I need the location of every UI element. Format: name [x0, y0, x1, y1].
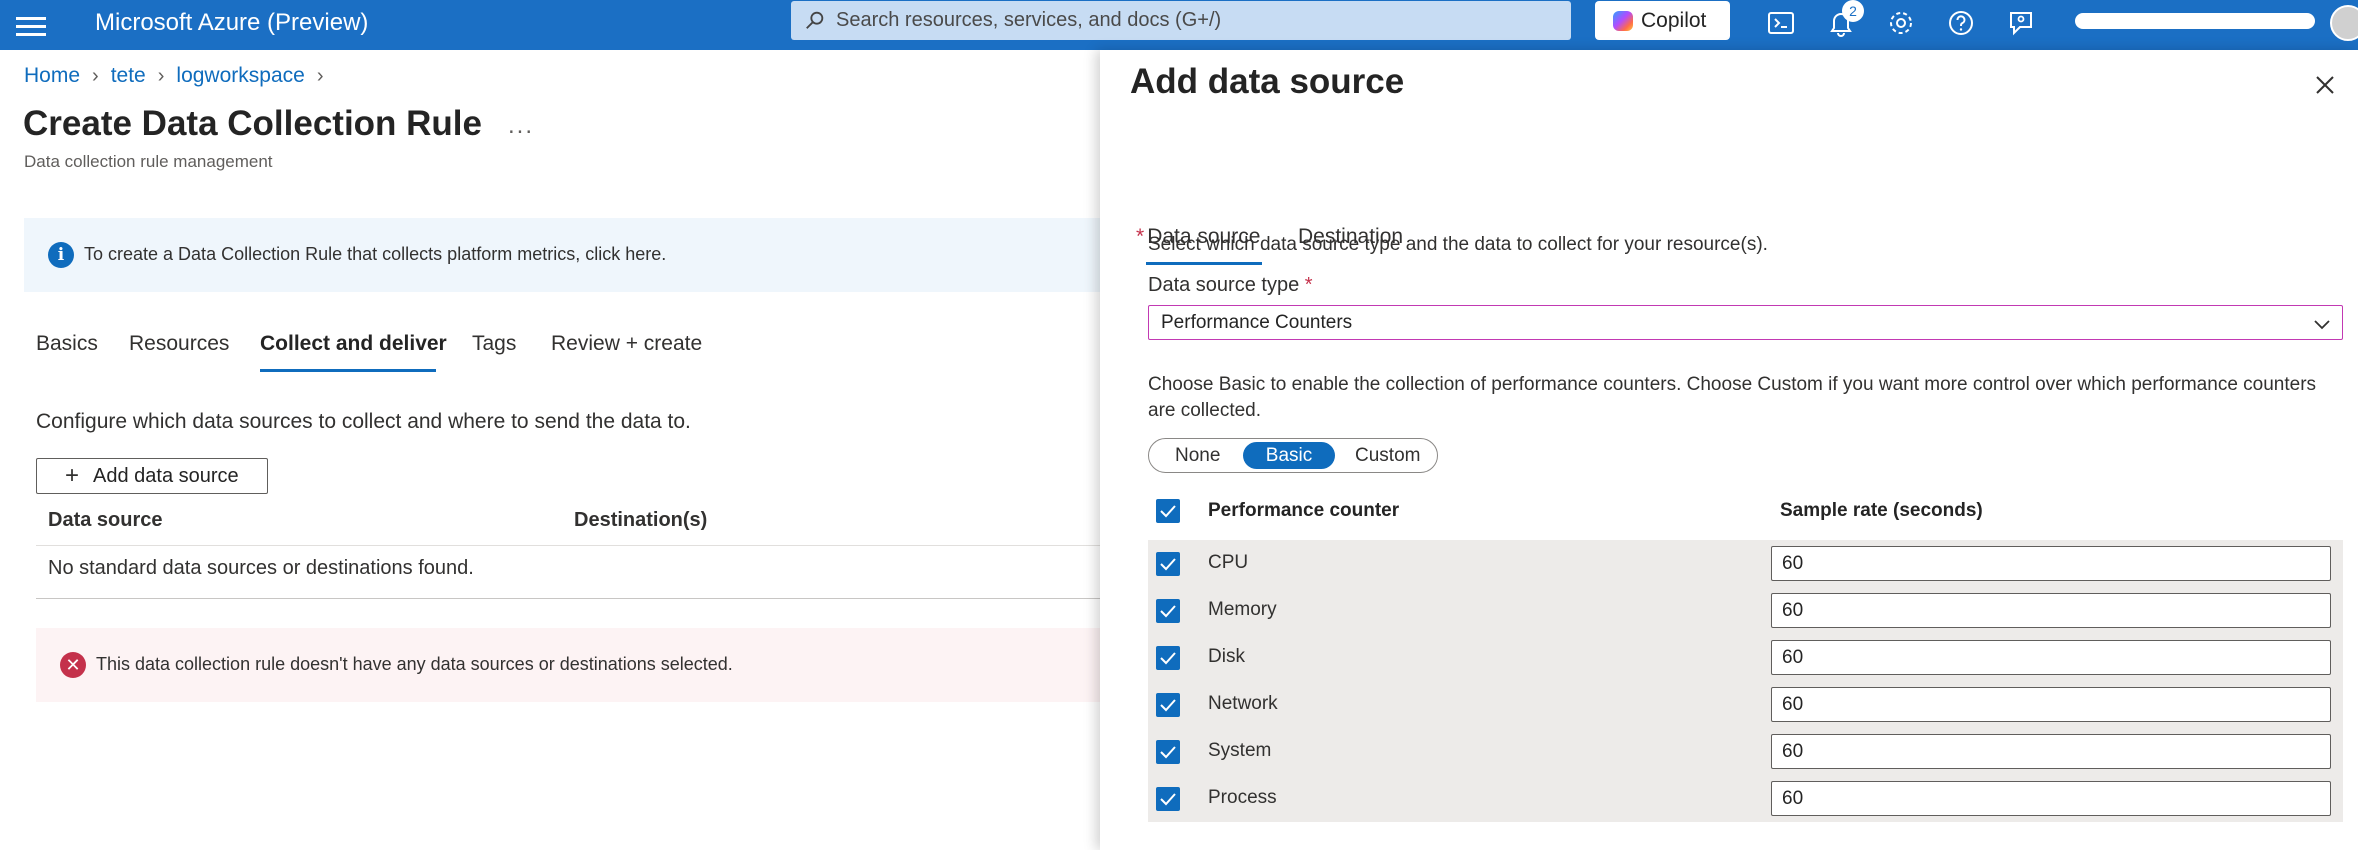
panel-title: Add data source [1130, 62, 1405, 101]
table-row: Process 60 [1148, 775, 2343, 822]
counter-checkbox-network[interactable] [1156, 693, 1180, 717]
collect-description: Configure which data sources to collect … [36, 410, 691, 433]
account-name-redacted[interactable] [2075, 13, 2315, 29]
top-bar: Microsoft Azure (Preview) Search resourc… [0, 0, 2358, 50]
checkmark-icon [1160, 652, 1176, 665]
table-empty-row: No standard data sources or destinations… [36, 547, 1100, 599]
table-row: CPU 60 [1148, 540, 2343, 587]
mode-basic[interactable]: Basic [1243, 442, 1335, 469]
add-data-source-button[interactable]: + Add data source [36, 458, 268, 494]
counter-name: System [1208, 740, 1272, 761]
counter-table-header: Performance counter Sample rate (seconds… [1148, 490, 2343, 532]
checkmark-icon [1160, 505, 1176, 518]
page-subtitle: Data collection rule management [24, 152, 273, 171]
page-title: Create Data Collection Rule [23, 104, 482, 143]
counter-checkbox-disk[interactable] [1156, 646, 1180, 670]
counter-name: CPU [1208, 552, 1249, 573]
column-data-source[interactable]: Data source [48, 509, 163, 532]
counter-checkbox-process[interactable] [1156, 787, 1180, 811]
mode-none[interactable]: None [1175, 445, 1220, 467]
breadcrumb-resource-group[interactable]: tete [111, 64, 146, 87]
search-icon [806, 11, 824, 29]
info-message-text[interactable]: To create a Data Collection Rule that co… [84, 244, 666, 265]
checkmark-icon [1160, 605, 1176, 618]
add-data-source-panel: Add data source * Data source Destination… [1100, 50, 2358, 850]
table-row: Network 60 [1148, 681, 2343, 728]
panel-description: Select which data source type and the da… [1148, 234, 1768, 255]
menu-icon[interactable] [16, 12, 46, 38]
cloud-shell-icon[interactable] [1766, 8, 1796, 38]
breadcrumb-home[interactable]: Home [24, 64, 80, 87]
counter-name: Memory [1208, 599, 1277, 620]
notification-count-badge: 2 [1842, 0, 1864, 22]
copilot-button[interactable]: Copilot [1595, 1, 1730, 40]
column-sample-rate: Sample rate (seconds) [1780, 500, 1983, 521]
counter-name: Process [1208, 787, 1277, 808]
sample-rate-input-cpu[interactable]: 60 [1771, 546, 2331, 581]
counter-checkbox-cpu[interactable] [1156, 552, 1180, 576]
select-all-checkbox[interactable] [1156, 499, 1180, 523]
breadcrumb-workspace[interactable]: logworkspace [176, 64, 304, 87]
search-placeholder: Search resources, services, and docs (G+… [836, 9, 1222, 31]
tab-basics[interactable]: Basics [36, 332, 98, 356]
portal-brand[interactable]: Microsoft Azure (Preview) [95, 9, 368, 37]
sample-rate-input-network[interactable]: 60 [1771, 687, 2331, 722]
data-source-type-value: Performance Counters [1161, 312, 1353, 333]
column-performance-counter: Performance counter [1208, 500, 1400, 521]
breadcrumb: Home › tete › logworkspace › [24, 64, 335, 88]
checkmark-icon [1160, 558, 1176, 571]
tab-tags[interactable]: Tags [472, 332, 516, 356]
copilot-icon [1613, 11, 1633, 31]
active-tab-indicator [260, 369, 436, 372]
counter-checkbox-system[interactable] [1156, 740, 1180, 764]
info-icon: i [48, 242, 74, 268]
chevron-right-icon: › [316, 65, 324, 87]
global-search-input[interactable]: Search resources, services, and docs (G+… [791, 1, 1571, 40]
more-options-button[interactable]: ... [508, 112, 534, 140]
collection-mode-toggle: None Basic Custom [1148, 438, 1438, 473]
empty-table-text: No standard data sources or destinations… [48, 557, 474, 579]
column-destinations[interactable]: Destination(s) [574, 509, 707, 532]
avatar[interactable] [2330, 5, 2358, 41]
copilot-label: Copilot [1641, 9, 1707, 32]
sample-rate-input-memory[interactable]: 60 [1771, 593, 2331, 628]
add-data-source-label: Add data source [93, 465, 239, 487]
tab-review-create[interactable]: Review + create [551, 332, 702, 356]
chevron-right-icon: › [157, 65, 165, 87]
plus-icon: + [65, 462, 80, 489]
table-row: System 60 [1148, 728, 2343, 775]
mode-custom[interactable]: Custom [1355, 445, 1420, 467]
tab-resources[interactable]: Resources [129, 332, 229, 356]
data-source-type-label: Data source type * [1148, 274, 1313, 296]
help-icon[interactable] [1946, 8, 1976, 38]
counter-checkbox-memory[interactable] [1156, 599, 1180, 623]
collection-mode-description: Choose Basic to enable the collection of… [1148, 374, 2317, 421]
error-message-bar: ✕ This data collection rule doesn't have… [36, 628, 1100, 702]
panel-active-tab-indicator [1146, 262, 1262, 265]
data-source-type-dropdown[interactable]: Performance Counters [1148, 305, 2343, 340]
counter-name: Disk [1208, 646, 1245, 667]
close-icon[interactable] [2312, 72, 2338, 98]
chevron-down-icon [2314, 320, 2330, 330]
chevron-right-icon: › [92, 65, 99, 87]
required-marker: * [1136, 225, 1145, 248]
sample-rate-input-process[interactable]: 60 [1771, 781, 2331, 816]
counter-name: Network [1208, 693, 1278, 714]
table-row: Memory 60 [1148, 587, 2343, 634]
checkmark-icon [1160, 746, 1176, 759]
error-icon: ✕ [60, 652, 86, 678]
sample-rate-input-disk[interactable]: 60 [1771, 640, 2331, 675]
tab-collect-and-deliver[interactable]: Collect and deliver [260, 332, 447, 356]
settings-gear-icon[interactable] [1886, 8, 1916, 38]
sample-rate-input-system[interactable]: 60 [1771, 734, 2331, 769]
data-source-table-header: Data source Destination(s) [36, 506, 1100, 546]
table-row: Disk 60 [1148, 634, 2343, 681]
checkmark-icon [1160, 793, 1176, 806]
error-message-text: This data collection rule doesn't have a… [96, 654, 733, 674]
checkmark-icon [1160, 699, 1176, 712]
info-message-bar[interactable]: i To create a Data Collection Rule that … [24, 218, 1100, 292]
feedback-icon[interactable] [2006, 8, 2036, 38]
